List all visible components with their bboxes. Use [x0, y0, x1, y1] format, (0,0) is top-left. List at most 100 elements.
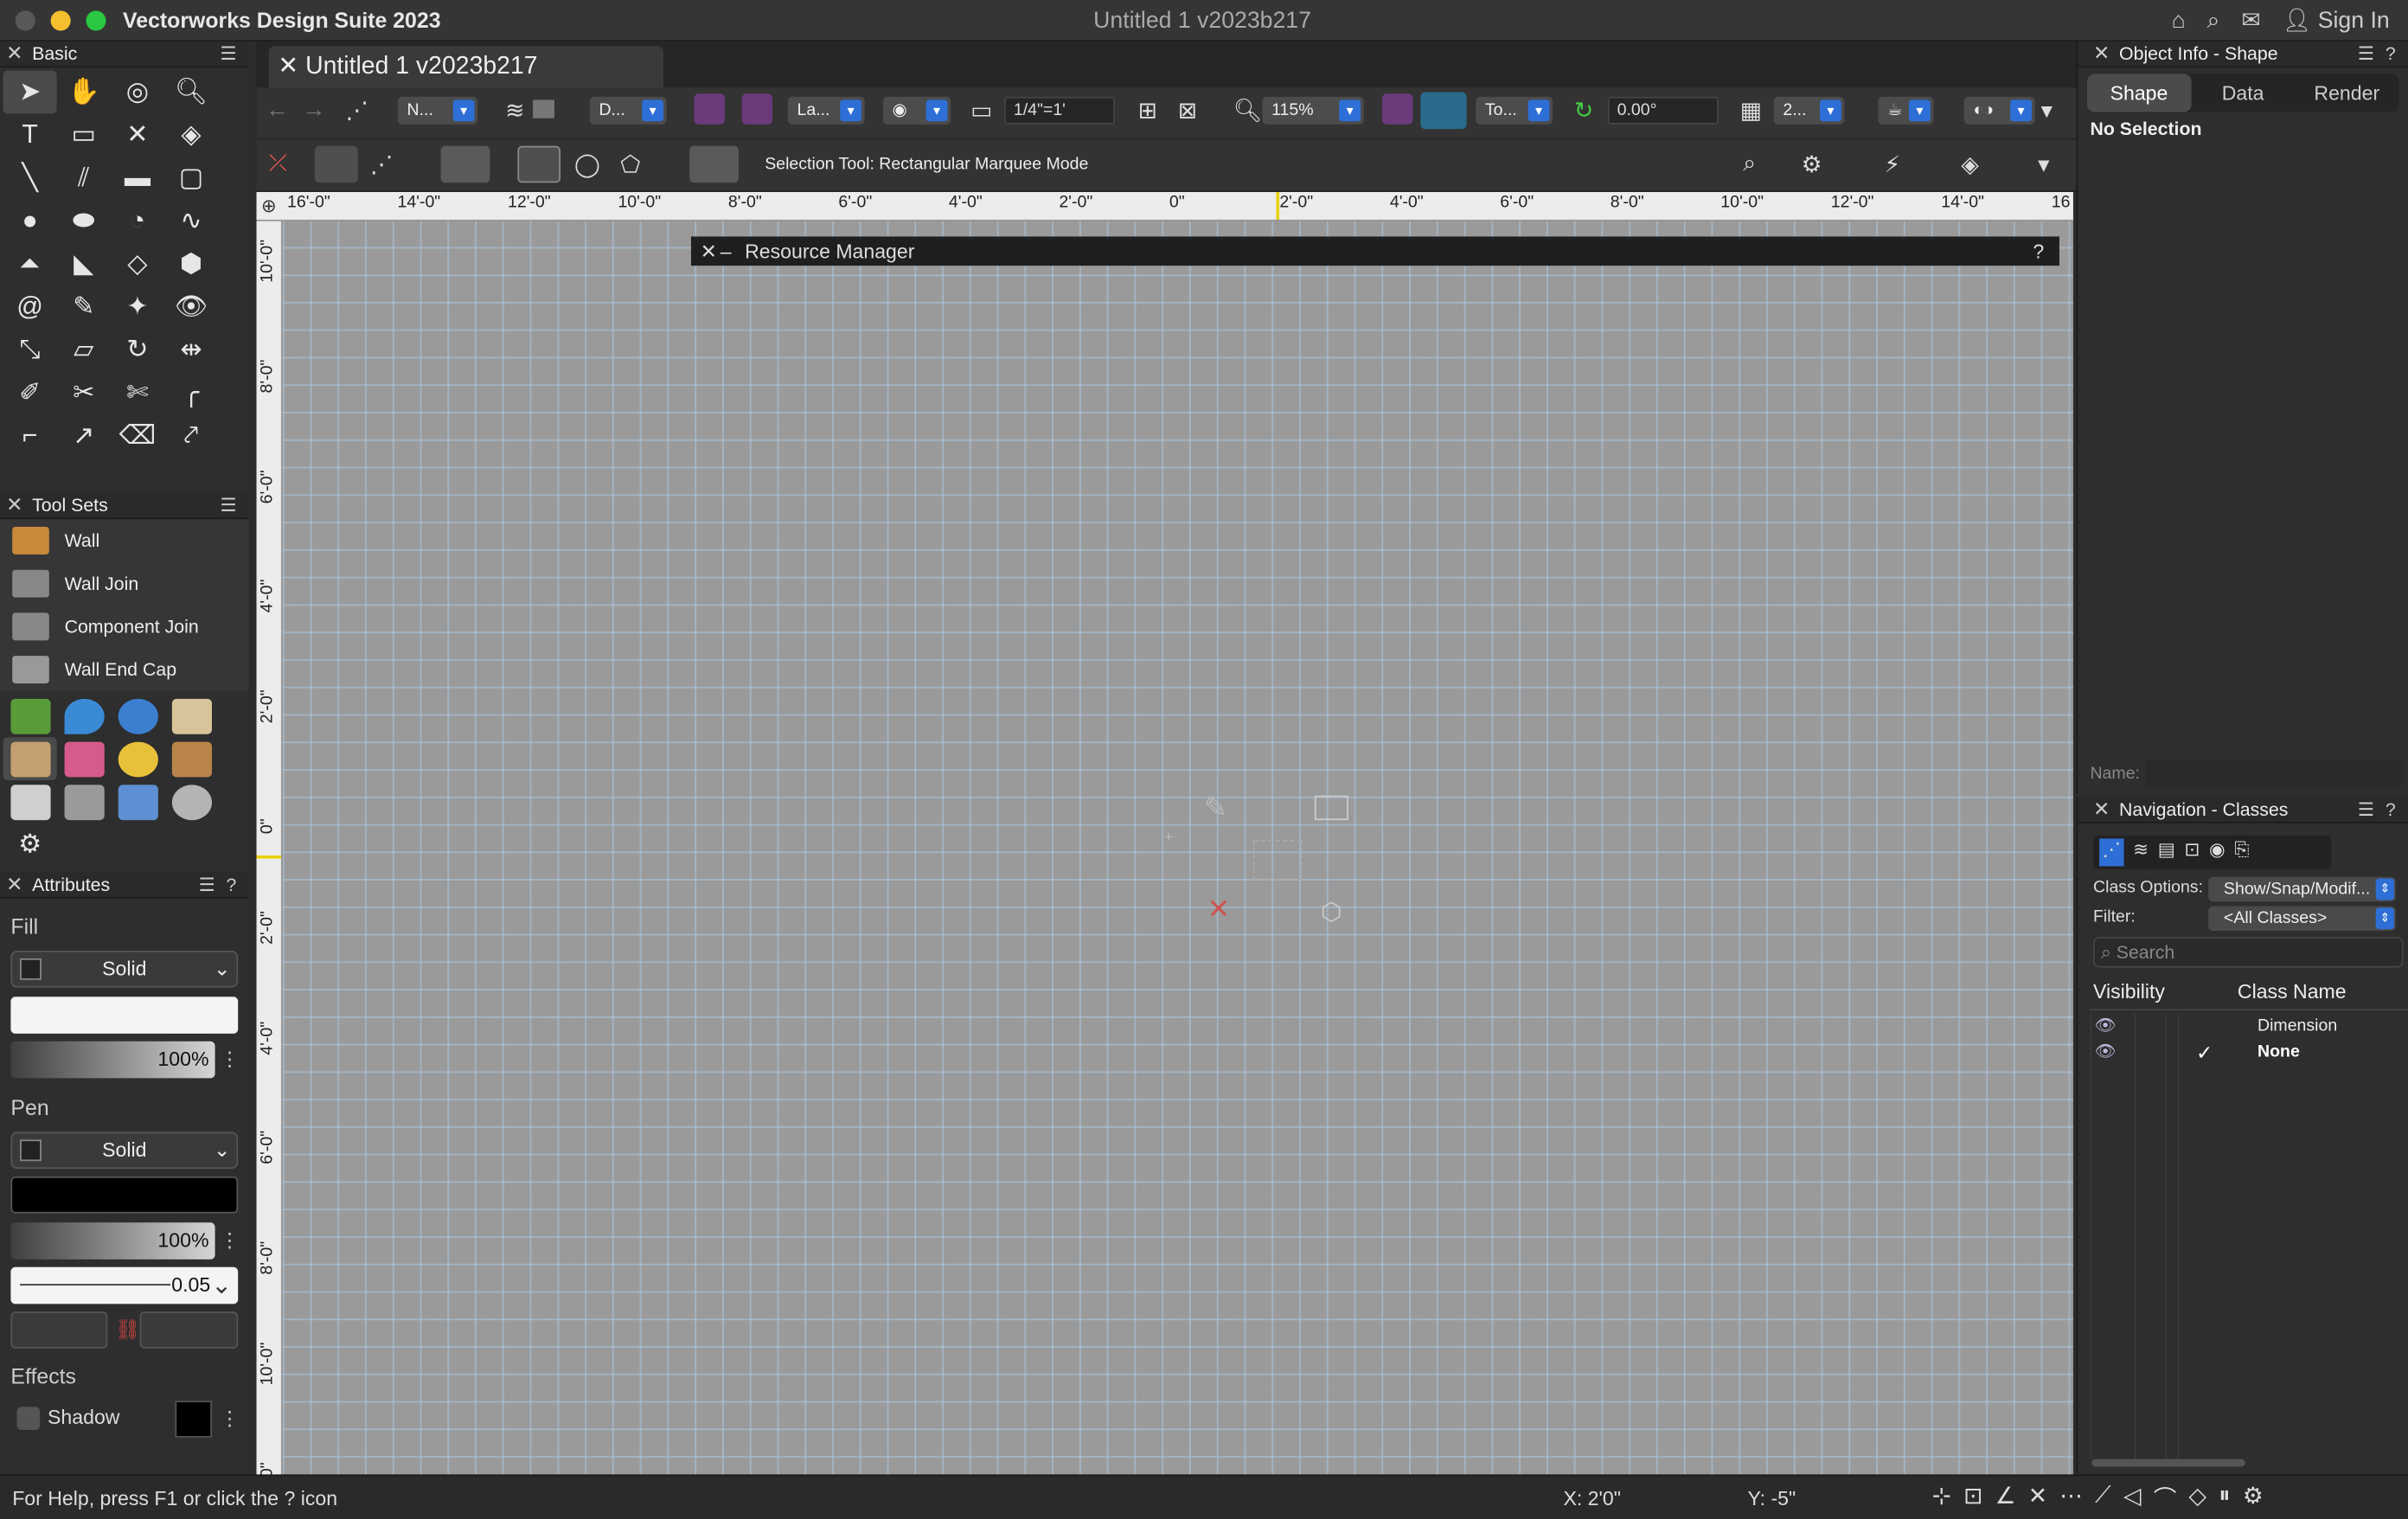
rectangle-marquee-icon[interactable]: [517, 145, 561, 183]
tool-set-item-wall-join[interactable]: Wall Join: [0, 562, 249, 606]
tool-set-item-component-join[interactable]: Component Join: [0, 606, 249, 649]
chevron-down-icon[interactable]: ▾: [2041, 97, 2053, 125]
document-tab[interactable]: ✕ Untitled 1 v2023b217: [268, 46, 664, 88]
name-field[interactable]: [2145, 760, 2404, 787]
polyline-tool[interactable]: ⏶: [3, 243, 57, 286]
rotate-plan-icon[interactable]: ↻: [1574, 97, 1593, 125]
home-icon[interactable]: ⌂: [2172, 7, 2186, 33]
layers-icon[interactable]: ≋: [505, 97, 524, 125]
snap-to-object-icon[interactable]: ⊡: [1963, 1482, 1982, 1514]
mirror-tool[interactable]: ⇹: [164, 329, 218, 372]
close-window-button[interactable]: [15, 10, 35, 31]
help-icon[interactable]: ?: [2386, 43, 2396, 65]
transform-mode[interactable]: [440, 145, 490, 183]
polygon-tool[interactable]: ◣: [57, 243, 111, 286]
eye-icon[interactable]: 👁︎: [2095, 1042, 2117, 1061]
offset-tool[interactable]: ↗: [57, 414, 111, 458]
detailing-icon[interactable]: [164, 695, 218, 738]
selection-tool[interactable]: ➤: [3, 70, 57, 114]
flyover-tool[interactable]: ◎: [111, 71, 164, 114]
smart-points-icon[interactable]: ✕: [2028, 1482, 2047, 1514]
settings-gear-icon[interactable]: ⚙: [3, 824, 57, 867]
layer-down-icon[interactable]: [741, 93, 773, 125]
pen-color-bar[interactable]: [10, 1176, 239, 1214]
site-planning-icon[interactable]: [3, 695, 57, 738]
resource-manager-bar[interactable]: ✕ – Resource Manager ?: [690, 236, 2059, 266]
link-markers-icon[interactable]: ⛓: [115, 1317, 140, 1342]
shadow-checkbox[interactable]: [16, 1407, 41, 1430]
fabrication-icon[interactable]: [57, 780, 111, 824]
lighting-icon[interactable]: [111, 737, 164, 780]
snap-to-intersection-icon[interactable]: ⌒: [2154, 1482, 2177, 1514]
visibility-column-header[interactable]: Visibility: [2093, 980, 2165, 1003]
menu-icon[interactable]: ☰: [198, 874, 215, 895]
viewports-tab-icon[interactable]: ⊡: [2184, 838, 2200, 866]
design-layer-select[interactable]: D... ▾: [589, 96, 667, 125]
drawing-canvas[interactable]: ✎ + ✕ ⬡: [282, 221, 2073, 1475]
visibility-tool[interactable]: 👁︎: [164, 285, 218, 329]
line-tool[interactable]: ╲: [3, 157, 57, 200]
double-line-tool[interactable]: ⫽: [57, 157, 111, 200]
settings-gear-icon[interactable]: ⚙: [2243, 1482, 2264, 1514]
callout-tool[interactable]: ▭: [57, 113, 111, 157]
graphics-select[interactable]: ◐◑ ▾: [1963, 96, 2035, 125]
saved-views-select[interactable]: N... ▾: [397, 96, 478, 125]
dimension-icon[interactable]: [3, 780, 57, 824]
tab-render[interactable]: Render: [2295, 74, 2398, 112]
rectangle-tool[interactable]: ▬: [111, 157, 164, 200]
saved-views-tab-icon[interactable]: ◉: [2209, 838, 2225, 866]
layers-tab-icon[interactable]: ≋: [2133, 838, 2149, 866]
snap-to-tangent-icon[interactable]: ◁: [2123, 1482, 2142, 1514]
fill-opacity-bar[interactable]: 100%: [10, 1041, 215, 1079]
mep-icon[interactable]: [111, 780, 164, 824]
polygon-lasso-icon[interactable]: ⬠: [620, 151, 640, 178]
zoom-select[interactable]: 115% ▾: [1262, 96, 1364, 125]
lighting-select[interactable]: ☕︎ ▾: [1878, 96, 1934, 125]
standard-view-select[interactable]: To... ▾: [1476, 96, 1553, 125]
lasso-icon[interactable]: ◯: [574, 151, 600, 178]
reshape-tool[interactable]: ✐: [3, 372, 57, 415]
close-icon[interactable]: ✕: [6, 872, 22, 896]
polygon-marquee-mode-icon[interactable]: ⋰: [370, 151, 394, 178]
pen-style-select[interactable]: Solid ⌄: [10, 1131, 239, 1170]
class-select[interactable]: La... ▾: [787, 96, 865, 125]
rounded-rectangle-tool[interactable]: ▢: [164, 157, 218, 200]
regular-polygon-tool[interactable]: ⬢: [164, 243, 218, 286]
visibility-select[interactable]: ◉ ▾: [882, 96, 951, 125]
saved-views-icon[interactable]: ⋰: [345, 97, 368, 125]
pan-tool[interactable]: ✋: [57, 71, 111, 114]
class-options-select[interactable]: Show/Snap/Modif... ⇕: [2208, 876, 2396, 902]
fill-color-bar[interactable]: [10, 997, 239, 1034]
zoom-icon[interactable]: 🔍︎: [1233, 97, 1263, 125]
freehand-tool[interactable]: ∿: [164, 200, 218, 243]
rotate-tool[interactable]: ↻: [111, 329, 164, 372]
sign-in-button[interactable]: 👤︎ Sign In: [2283, 6, 2390, 34]
resize-tool[interactable]: ⤡: [3, 329, 57, 372]
zoom-window-button[interactable]: [86, 10, 106, 31]
menu-icon[interactable]: ☰: [2358, 43, 2374, 65]
viewport-icon[interactable]: [1381, 93, 1413, 125]
fit-objects-icon[interactable]: ⊠: [1178, 97, 1197, 125]
collapse-icon[interactable]: –: [720, 236, 732, 266]
close-icon[interactable]: ✕: [2093, 797, 2110, 821]
3d-locus-tool[interactable]: ◈: [164, 113, 218, 157]
more-icon[interactable]: ⋮: [220, 1228, 240, 1253]
pen-opacity-bar[interactable]: 100%: [10, 1222, 215, 1259]
eyedropper-tool[interactable]: ✎: [57, 285, 111, 329]
shadow-color-swatch[interactable]: [175, 1400, 213, 1438]
classes-tab-icon[interactable]: ⋰: [2099, 838, 2124, 867]
landscape-icon[interactable]: [57, 695, 111, 738]
ruler-origin-icon[interactable]: ⊕: [261, 195, 277, 216]
close-icon[interactable]: ✕: [278, 54, 305, 80]
close-icon[interactable]: ✕: [701, 236, 717, 266]
references-tab-icon[interactable]: ⎘: [2234, 838, 2249, 866]
split-tool[interactable]: ✄: [111, 372, 164, 415]
snap-to-grid-icon[interactable]: ⊹: [1932, 1482, 1951, 1514]
eye-icon[interactable]: 👁︎: [2095, 1016, 2117, 1035]
snap-to-distance-icon[interactable]: ⋯: [2059, 1482, 2083, 1514]
projection-icon[interactable]: ▦: [1740, 97, 1762, 125]
help-icon[interactable]: ?: [227, 874, 237, 895]
render-mode-select[interactable]: 2... ▾: [1773, 96, 1845, 125]
layer-up-icon[interactable]: [694, 93, 726, 125]
shear-tool[interactable]: ▱: [57, 329, 111, 372]
